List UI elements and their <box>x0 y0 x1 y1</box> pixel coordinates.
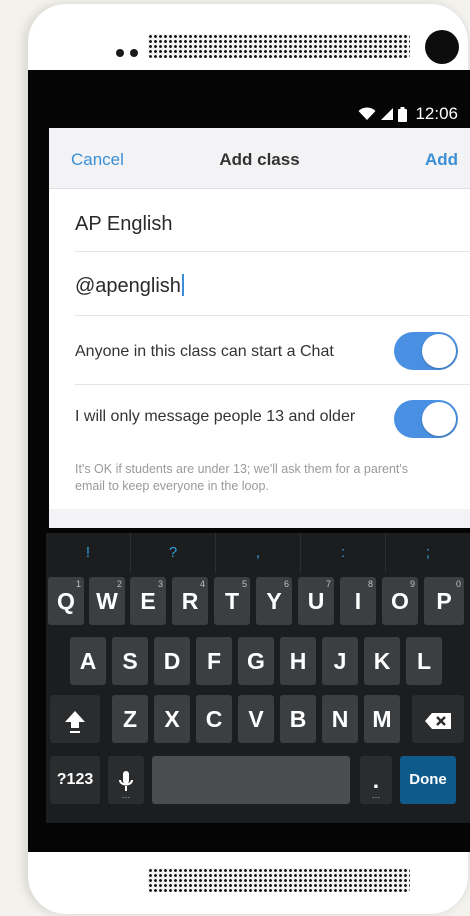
key-label: Y <box>266 588 282 614</box>
key-label: R <box>181 588 199 614</box>
text-cursor <box>181 274 184 296</box>
key-hint: 4 <box>199 579 205 589</box>
key-label: W <box>96 588 118 614</box>
class-name-field[interactable]: AP English <box>75 189 470 252</box>
class-handle-container: @apenglish <box>75 274 184 298</box>
age-toggle-knob <box>422 402 456 436</box>
period-key[interactable]: .… <box>360 756 392 804</box>
chat-toggle-knob <box>422 334 456 368</box>
key-q[interactable]: Q1 <box>48 577 84 625</box>
signal-icon <box>381 108 394 120</box>
key-s[interactable]: S <box>112 637 148 685</box>
key-g[interactable]: G <box>238 637 274 685</box>
front-camera <box>425 30 459 64</box>
key-k[interactable]: K <box>364 637 400 685</box>
top-speaker-grille <box>148 34 410 58</box>
onscreen-keyboard: ! ? , : ; Q1 W2 E3 R4 T5 Y6 U7 I8 O9 P0 … <box>46 533 470 823</box>
more-options-dots: … <box>121 790 131 800</box>
key-y[interactable]: Y6 <box>256 577 292 625</box>
key-p[interactable]: P0 <box>424 577 464 625</box>
class-handle-field[interactable]: @apenglish <box>75 252 470 316</box>
key-label: I <box>354 588 362 614</box>
key-h[interactable]: H <box>280 637 316 685</box>
backspace-icon <box>425 712 451 729</box>
key-label: E <box>140 588 156 614</box>
key-hint: 3 <box>157 579 163 589</box>
chat-setting-row: Anyone in this class can start a Chat <box>75 316 470 385</box>
key-v[interactable]: V <box>238 695 274 743</box>
key-x[interactable]: X <box>154 695 190 743</box>
more-options-dots: … <box>371 790 381 800</box>
age-setting-label: I will only message people 13 and older <box>75 408 356 425</box>
status-clock: 12:06 <box>415 104 458 123</box>
key-label: U <box>307 588 325 614</box>
add-button[interactable]: Add <box>425 150 458 170</box>
dialog-header: Cancel Add class Add <box>49 128 470 189</box>
battery-icon <box>398 106 408 122</box>
class-handle-value: @apenglish <box>75 275 181 297</box>
key-r[interactable]: R4 <box>172 577 208 625</box>
key-z[interactable]: Z <box>112 695 148 743</box>
add-class-dialog: Cancel Add class Add AP English @apengli… <box>49 128 470 528</box>
key-w[interactable]: W2 <box>89 577 125 625</box>
dialog-title: Add class <box>219 150 300 169</box>
key-i[interactable]: I8 <box>340 577 376 625</box>
key-hint: 5 <box>241 579 247 589</box>
chat-setting-label: Anyone in this class can start a Chat <box>75 343 334 360</box>
age-setting-note: It's OK if students are under 13; we'll … <box>75 462 409 493</box>
key-hint: 7 <box>325 579 331 589</box>
space-bar[interactable] <box>152 756 350 804</box>
key-f[interactable]: F <box>196 637 232 685</box>
suggestion-question[interactable]: ? <box>131 533 216 573</box>
suggestion-semicolon[interactable]: ; <box>386 533 470 573</box>
key-t[interactable]: T5 <box>214 577 250 625</box>
suggestion-exclamation[interactable]: ! <box>46 533 131 573</box>
symbols-key[interactable]: ?123 <box>50 756 100 804</box>
key-hint: 8 <box>367 579 373 589</box>
punctuation-suggestion-row: ! ? , : ; <box>46 533 470 573</box>
key-label: P <box>436 588 452 614</box>
key-label: T <box>224 588 240 614</box>
key-d[interactable]: D <box>154 637 190 685</box>
key-hint: 0 <box>455 579 461 589</box>
key-label: O <box>391 588 409 614</box>
class-form: AP English @apenglish Anyone in this cla… <box>49 189 470 509</box>
sensor-dots <box>116 49 138 57</box>
suggestion-colon[interactable]: : <box>301 533 386 573</box>
backspace-key[interactable] <box>412 695 464 743</box>
phone-screen: 12:06 Cancel Add class Add AP English @a… <box>28 70 470 852</box>
voice-input-key[interactable]: … <box>108 756 144 804</box>
key-u[interactable]: U7 <box>298 577 334 625</box>
key-b[interactable]: B <box>280 695 316 743</box>
key-hint: 1 <box>75 579 81 589</box>
key-hint: 6 <box>283 579 289 589</box>
key-l[interactable]: L <box>406 637 442 685</box>
suggestion-comma[interactable]: , <box>216 533 301 573</box>
key-e[interactable]: E3 <box>130 577 166 625</box>
key-a[interactable]: A <box>70 637 106 685</box>
key-label: Q <box>57 588 75 614</box>
key-c[interactable]: C <box>196 695 232 743</box>
shift-icon <box>65 710 85 733</box>
age-toggle[interactable] <box>394 400 458 438</box>
done-key[interactable]: Done <box>400 756 456 804</box>
key-n[interactable]: N <box>322 695 358 743</box>
key-m[interactable]: M <box>364 695 400 743</box>
key-hint: 9 <box>409 579 415 589</box>
status-icons: 12:06 <box>358 104 458 124</box>
bottom-speaker-grille <box>148 868 410 892</box>
shift-key[interactable] <box>50 695 100 743</box>
age-setting-row: I will only message people 13 and older … <box>75 385 470 505</box>
status-bar: 12:06 <box>28 70 470 128</box>
key-j[interactable]: J <box>322 637 358 685</box>
wifi-icon <box>358 107 376 120</box>
class-name-value: AP English <box>75 213 173 235</box>
key-o[interactable]: O9 <box>382 577 418 625</box>
key-hint: 2 <box>116 579 122 589</box>
chat-toggle[interactable] <box>394 332 458 370</box>
